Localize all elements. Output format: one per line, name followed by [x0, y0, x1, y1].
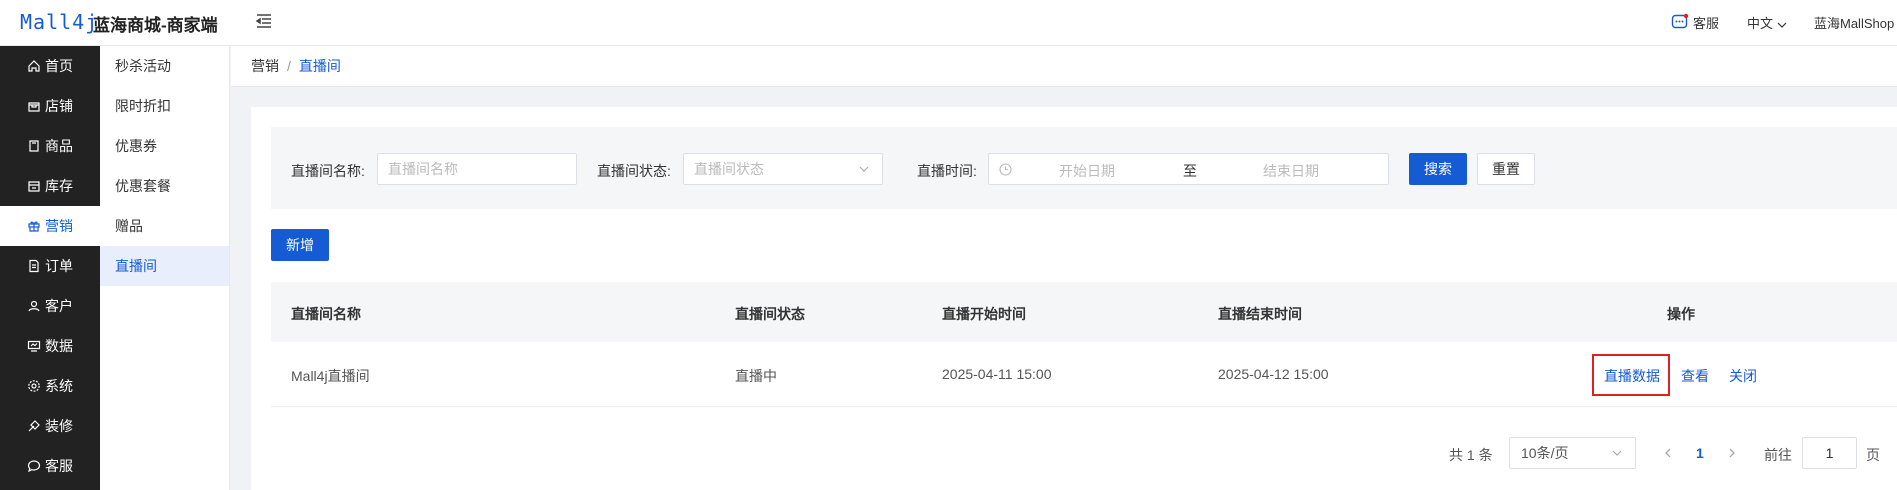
page-size-select[interactable]: 10条/页: [1509, 437, 1636, 469]
table-header: [271, 282, 1897, 342]
subnav-item-discount[interactable]: 限时折扣: [100, 86, 229, 126]
system-icon: [28, 380, 40, 392]
sidebar-item-product[interactable]: 商品: [0, 126, 100, 166]
start-date-input[interactable]: 开始日期: [1059, 161, 1115, 181]
subnav-item-coupon[interactable]: 优惠券: [100, 126, 229, 166]
sidebar-item-decorate[interactable]: 装修: [0, 406, 100, 446]
live-data-link[interactable]: 直播数据: [1604, 366, 1660, 386]
reset-button[interactable]: 重置: [1477, 153, 1535, 185]
inventory-icon: [28, 181, 40, 192]
column-header-status: 直播间状态: [735, 306, 805, 322]
date-range-separator: 至: [1183, 163, 1197, 179]
collapse-menu-icon[interactable]: [254, 11, 274, 31]
chevron-down-icon: [1777, 22, 1787, 28]
chevron-down-icon: [1612, 450, 1622, 456]
data-icon: [27, 340, 41, 352]
sidebar-item-system[interactable]: 系统: [0, 366, 100, 406]
language-selector[interactable]: 中文: [1747, 13, 1787, 32]
shop-icon: [28, 102, 40, 112]
sidebar-item-order[interactable]: 订单: [0, 246, 100, 286]
subnav-item-live-room[interactable]: 直播间: [100, 246, 229, 286]
sidebar-item-label: 库存: [45, 178, 73, 194]
sidebar-item-label: 商品: [45, 138, 73, 154]
sidebar-item-label: 客服: [45, 458, 73, 474]
cell-name: Mall4j直播间: [291, 368, 370, 384]
next-page-icon[interactable]: [1726, 447, 1738, 459]
sidebar-item-label: 营销: [45, 218, 73, 234]
cell-status: 直播中: [735, 368, 777, 384]
sidebar-item-marketing[interactable]: 营销: [0, 206, 100, 246]
sidebar-item-label: 首页: [45, 58, 73, 74]
name-filter-label: 直播间名称:: [291, 163, 365, 179]
subnav-item-gift[interactable]: 赠品: [100, 206, 229, 246]
gift-icon: [28, 221, 40, 232]
pagination-total: 共 1 条: [1449, 447, 1493, 463]
customer-icon: [28, 300, 40, 312]
language-label: 中文: [1747, 16, 1774, 31]
add-live-room-button[interactable]: 新增: [271, 229, 329, 261]
sidebar-item-label: 订单: [45, 258, 73, 274]
home-icon: [28, 60, 40, 72]
view-link[interactable]: 查看: [1681, 366, 1709, 386]
sidebar-item-label: 客户: [45, 298, 73, 314]
search-button[interactable]: 搜索: [1409, 153, 1467, 185]
sidebar-item-shop[interactable]: 店铺: [0, 86, 100, 126]
page-suffix-label: 页: [1866, 447, 1880, 463]
order-icon: [29, 259, 39, 273]
sidebar-item-inventory[interactable]: 库存: [0, 166, 100, 206]
page-size-value: 10条/页: [1521, 445, 1569, 461]
clock-icon: [999, 163, 1012, 176]
sidebar-item-label: 数据: [45, 338, 73, 354]
sidebar-item-data[interactable]: 数据: [0, 326, 100, 366]
column-header-name: 直播间名称: [291, 306, 361, 322]
date-range-picker[interactable]: 开始日期 至 结束日期: [988, 153, 1389, 185]
column-header-start-time: 直播开始时间: [942, 306, 1026, 322]
status-filter-select[interactable]: 直播间状态: [683, 153, 883, 185]
subnav-item-combo[interactable]: 优惠套餐: [100, 166, 229, 206]
time-filter-label: 直播时间:: [917, 163, 977, 179]
sidebar-item-label: 系统: [45, 378, 73, 394]
marketing-subnav: 秒杀活动 限时折扣 优惠券 优惠套餐 赠品 直播间: [100, 46, 230, 490]
status-filter-placeholder: 直播间状态: [694, 161, 764, 177]
sidebar-item-customer[interactable]: 客户: [0, 286, 100, 326]
goto-label: 前往: [1764, 447, 1792, 463]
breadcrumb-parent[interactable]: 营销: [251, 56, 279, 76]
breadcrumb-current: 直播间: [298, 58, 341, 74]
user-menu[interactable]: 蓝海MallShop: [1814, 13, 1894, 32]
sidebar-item-label: 店铺: [45, 98, 73, 114]
top-header: Mall4j 蓝海商城-商家端 客服 中文 蓝海MallShop: [0, 0, 1897, 46]
customer-service-icon[interactable]: [1671, 13, 1689, 31]
sidebar-item-label: 装修: [45, 418, 73, 434]
brand-title: 蓝海商城-商家端: [93, 16, 218, 35]
service-link[interactable]: 客服: [1693, 13, 1719, 32]
sidebar-item-service[interactable]: 客服: [0, 446, 100, 486]
subnav-item-seckill[interactable]: 秒杀活动: [100, 46, 229, 86]
goto-page-input[interactable]: [1802, 437, 1857, 469]
chevron-down-icon: [859, 166, 869, 172]
end-date-input[interactable]: 结束日期: [1263, 161, 1319, 181]
chat-icon: [27, 460, 41, 473]
sidebar-item-home[interactable]: 首页: [0, 46, 100, 86]
breadcrumb: 营销 / 直播间: [231, 46, 1897, 87]
page-number-current[interactable]: 1: [1696, 445, 1704, 461]
cell-start-time: 2025-04-11 15:00: [942, 366, 1052, 382]
main-sidebar: 首页 店铺 商品 库存 营销 订单 客户 数据 系统 装修 客服: [0, 46, 100, 490]
column-header-actions: 操作: [1667, 306, 1695, 322]
breadcrumb-separator: /: [287, 58, 291, 74]
name-filter-input[interactable]: [377, 153, 577, 185]
cell-end-time: 2025-04-12 15:00: [1218, 366, 1329, 382]
column-header-end-time: 直播结束时间: [1218, 306, 1302, 322]
product-icon: [29, 140, 39, 152]
logo[interactable]: Mall4j: [20, 10, 98, 34]
close-link[interactable]: 关闭: [1729, 366, 1757, 386]
status-filter-label: 直播间状态:: [597, 163, 671, 179]
decorate-icon: [28, 420, 40, 432]
prev-page-icon[interactable]: [1662, 447, 1674, 459]
